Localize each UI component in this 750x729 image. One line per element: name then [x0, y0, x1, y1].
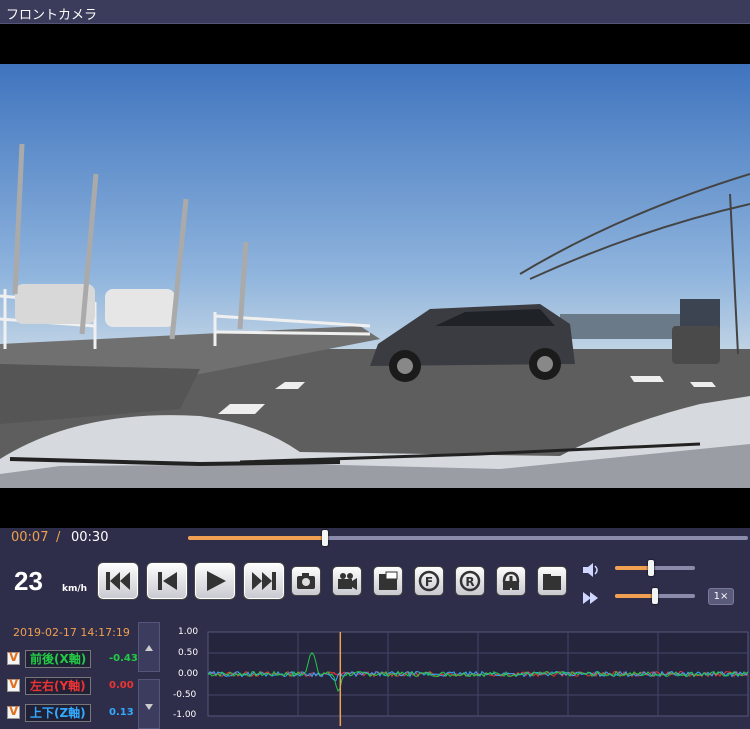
scroll-down-button[interactable] — [138, 679, 160, 729]
chevron-down-icon — [145, 704, 153, 710]
axis-z-check-mark: V — [9, 704, 19, 718]
acceleration-graph[interactable]: 1.00 0.50 0.00 -0.50 -1.00 — [166, 624, 750, 729]
axis-y-checkbox[interactable]: V — [7, 677, 20, 692]
fast-forward-icon[interactable] — [581, 589, 601, 607]
front-camera-button[interactable]: F — [414, 566, 444, 596]
open-folder-icon — [379, 571, 398, 590]
play-icon — [207, 571, 226, 591]
rear-camera-r-icon: R — [459, 570, 481, 592]
skip-back-icon — [106, 572, 130, 590]
axis-z-checkbox[interactable]: V — [7, 704, 20, 719]
export-icon — [502, 571, 520, 590]
rear-camera-button[interactable]: R — [455, 566, 485, 596]
chevron-up-icon — [145, 645, 153, 651]
volume-icon[interactable] — [581, 561, 601, 579]
volume-slider-handle[interactable] — [648, 560, 654, 576]
title-bar: フロントカメラ — [0, 0, 750, 24]
axis-x-check-mark: V — [9, 650, 19, 664]
seek-bar-progress — [188, 536, 325, 540]
export-button[interactable] — [496, 566, 526, 596]
seek-bar-handle[interactable] — [322, 530, 328, 546]
axis-y-value: 0.00 — [109, 680, 134, 691]
scroll-up-button[interactable] — [138, 622, 160, 672]
skip-to-end-button[interactable] — [243, 562, 285, 600]
video-frame[interactable] — [0, 24, 750, 528]
graph-scrollbar[interactable] — [138, 622, 160, 729]
open-file-button[interactable] — [373, 566, 403, 596]
time-separator: / — [56, 530, 61, 545]
graph-plot — [207, 631, 749, 726]
playback-rate-badge[interactable]: 1× — [708, 588, 734, 605]
axis-z-label: 上下(Z軸) — [25, 704, 91, 722]
speed-value: 23 — [14, 566, 43, 596]
total-time: 00:30 — [71, 530, 109, 545]
window-title: フロントカメラ — [6, 8, 98, 23]
snapshot-button[interactable] — [291, 566, 321, 596]
speed-unit: km/h — [62, 584, 88, 594]
dashcam-scene — [0, 64, 750, 488]
front-camera-label: F — [425, 575, 433, 589]
video-camera-icon — [338, 573, 357, 590]
playback-speed-slider[interactable] — [615, 588, 695, 604]
playback-speed-slider-handle[interactable] — [652, 588, 658, 604]
current-time: 00:07 — [11, 530, 49, 545]
folder-button[interactable] — [537, 566, 567, 596]
axis-x-value: -0.43 — [109, 653, 138, 664]
volume-slider[interactable] — [615, 560, 695, 576]
folder-icon — [543, 574, 561, 590]
recording-datetime: 2019-02-17 14:17:19 — [13, 626, 130, 639]
playback-speed-slider-fill — [615, 594, 655, 598]
axis-x-label: 前後(X軸) — [25, 650, 92, 668]
skip-to-start-button[interactable] — [97, 562, 139, 600]
record-clip-button[interactable] — [332, 566, 362, 596]
previous-frame-button[interactable] — [146, 562, 188, 600]
seek-bar[interactable] — [188, 530, 748, 546]
play-button[interactable] — [194, 562, 236, 600]
rear-camera-label: R — [465, 575, 474, 589]
volume-slider-fill — [615, 566, 651, 570]
axis-y-check-mark: V — [9, 677, 19, 691]
axis-y-label: 左右(Y軸) — [25, 677, 91, 695]
skip-forward-icon — [252, 572, 276, 590]
camera-icon — [297, 573, 315, 589]
step-back-icon — [158, 572, 177, 590]
axis-z-value: 0.13 — [109, 707, 134, 718]
front-camera-f-icon: F — [418, 570, 440, 592]
axis-x-checkbox[interactable]: V — [7, 650, 20, 665]
